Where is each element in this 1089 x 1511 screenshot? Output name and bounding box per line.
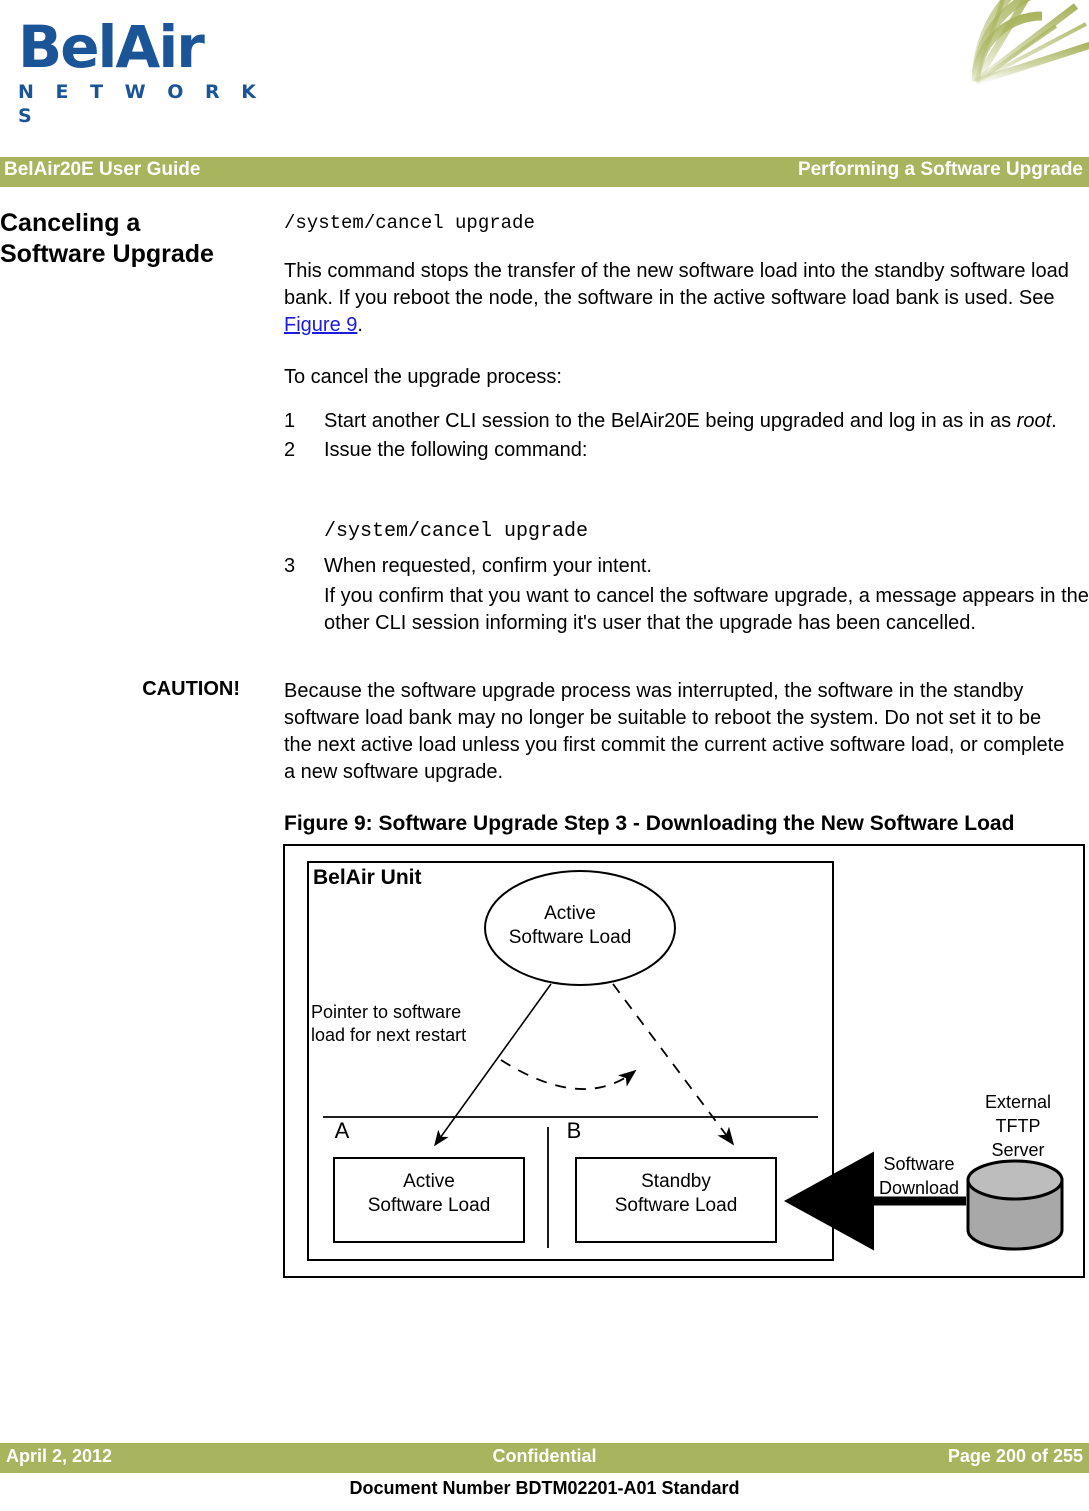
server-label-line2: TFTP bbox=[995, 1116, 1041, 1136]
step-1-italic: root bbox=[1016, 410, 1052, 432]
network-fan-graphic bbox=[971, 0, 1089, 86]
figure-caption: Figure 9: Software Upgrade Step 3 - Down… bbox=[284, 812, 1015, 835]
step-3-text: When requested, confirm your intent. bbox=[324, 555, 652, 577]
server-label-line1: External bbox=[984, 1092, 1052, 1112]
belair-unit-label: BelAir Unit bbox=[313, 866, 422, 889]
step-3-number: 3 bbox=[284, 555, 296, 577]
ellipse-label-line1: Active bbox=[544, 903, 596, 924]
header-title-left: BelAir20E User Guide bbox=[4, 159, 201, 180]
pointer-label-line1: Pointer to software bbox=[311, 1002, 462, 1022]
page-header-bar: BelAir20E User Guide Performing a Softwa… bbox=[0, 157, 1089, 187]
bank-a-line2: Software Load bbox=[367, 1195, 491, 1216]
server-label-line3: Server bbox=[991, 1140, 1045, 1160]
belair-networks-logo: BelAir N E T W O R K S bbox=[18, 13, 278, 127]
step-1: 1 Start another CLI session to the BelAir… bbox=[284, 408, 1074, 435]
bank-b-letter: B bbox=[566, 1118, 582, 1143]
logo-wordmark: BelAir bbox=[18, 13, 205, 81]
footer-confidential: Confidential bbox=[492, 1446, 597, 1466]
caution-label: CAUTION! bbox=[142, 678, 240, 700]
bank-b-line1: Standby bbox=[641, 1171, 711, 1192]
step-1-text-after: . bbox=[1051, 410, 1057, 432]
pointer-label-line2: load for next restart bbox=[311, 1025, 467, 1045]
step-2: 2 Issue the following command: bbox=[284, 437, 1074, 464]
section-heading: Canceling a Software Upgrade bbox=[0, 209, 214, 268]
step-2-text: Issue the following command: bbox=[324, 439, 588, 461]
caution-text: Because the software upgrade process was… bbox=[284, 680, 1065, 783]
intro-paragraph: This command stops the transfer of the n… bbox=[284, 258, 1074, 339]
footer-document-number: Document Number BDTM02201-A01 Standard bbox=[349, 1478, 740, 1498]
bank-b-line2: Software Load bbox=[614, 1195, 738, 1216]
page-footer-bar: April 2, 2012 Confidential Page 200 of 2… bbox=[0, 1443, 1089, 1473]
step-2-number: 2 bbox=[284, 439, 296, 461]
dashed-arrow-to-bank-b bbox=[612, 983, 735, 1146]
step-1-number: 1 bbox=[284, 410, 296, 432]
procedure-steps-cont: 3 When requested, confirm your intent. bbox=[284, 553, 1074, 580]
command-top: /system/cancel upgrade bbox=[284, 212, 535, 234]
step-3-detail: If you confirm that you want to cancel t… bbox=[324, 585, 1089, 634]
bank-a-letter: A bbox=[334, 1118, 350, 1143]
lead-in-text: To cancel the upgrade process: bbox=[284, 366, 562, 388]
step-1-text: Start another CLI session to the BelAir2… bbox=[324, 410, 1017, 432]
ellipse-label-line2: Software Load bbox=[508, 927, 632, 948]
step-2-command: /system/cancel upgrade bbox=[324, 520, 589, 543]
pointer-move-curve bbox=[500, 1059, 637, 1090]
figure-9-link[interactable]: Figure 9 bbox=[284, 314, 357, 336]
bank-a-line1: Active bbox=[403, 1171, 455, 1192]
header-title-right: Performing a Software Upgrade bbox=[797, 159, 1083, 180]
logo-tagline: N E T W O R K S bbox=[18, 81, 264, 127]
intro-text-1: This command stops the transfer of the n… bbox=[284, 260, 1069, 309]
footer-page-number: Page 200 of 255 bbox=[947, 1446, 1083, 1466]
step-3: 3 When requested, confirm your intent. bbox=[284, 553, 1074, 580]
procedure-steps: 1 Start another CLI session to the BelAir… bbox=[284, 408, 1074, 464]
intro-text-2: . bbox=[357, 314, 363, 336]
download-label-line2: Download bbox=[878, 1178, 960, 1198]
